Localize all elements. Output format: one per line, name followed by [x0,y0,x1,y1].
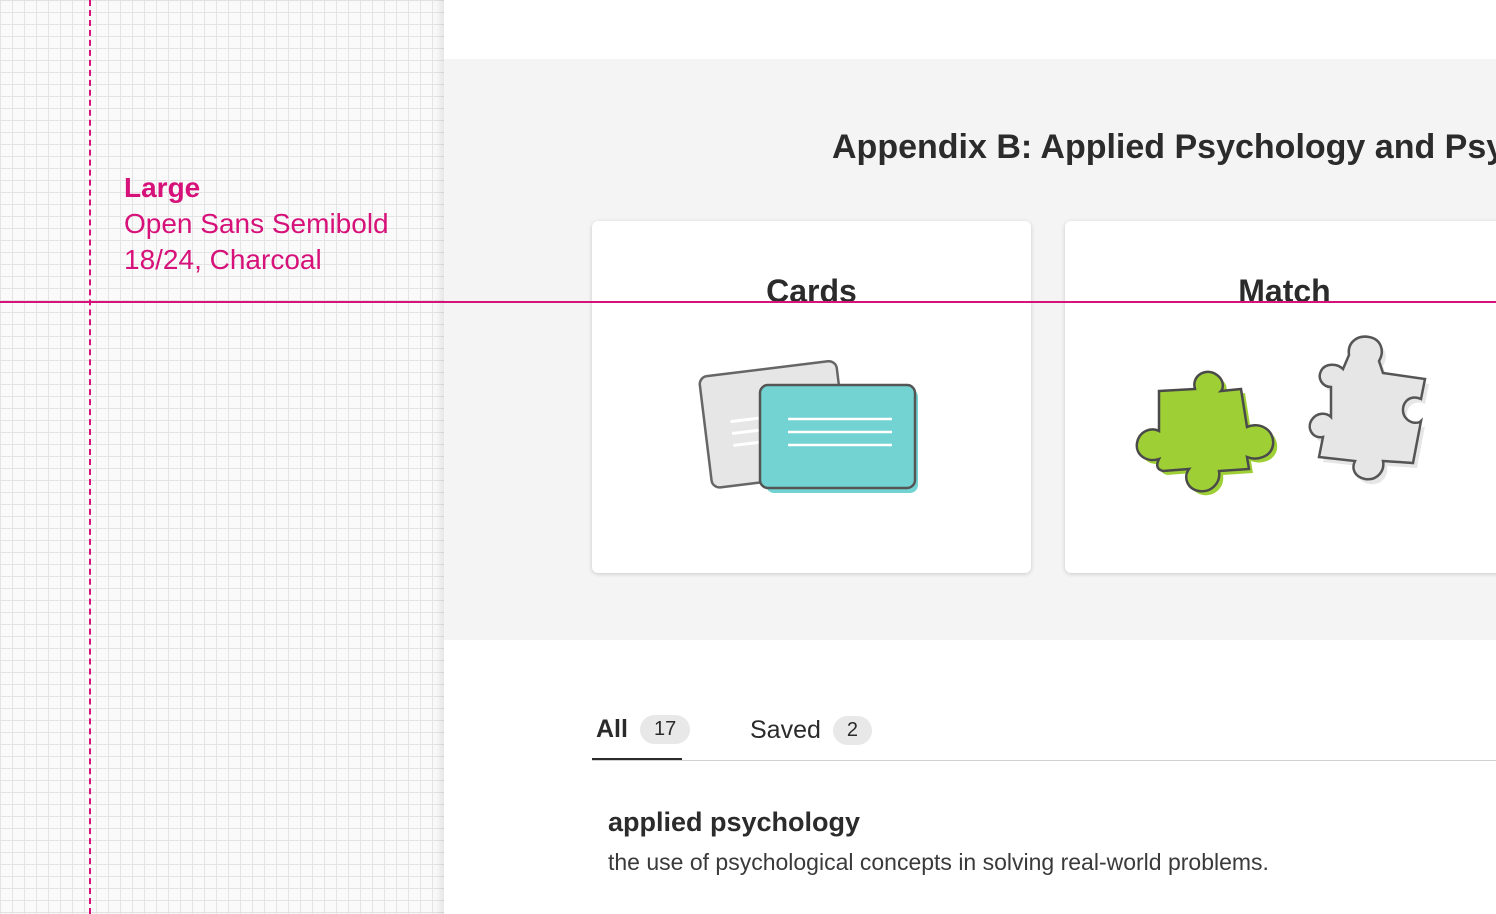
match-label: Match [1238,273,1331,309]
puzzle-pieces-icon [1135,335,1429,496]
match-mode-card[interactable]: Match [1065,221,1496,573]
term-definition: the use of psychological concepts in sol… [608,849,1269,875]
spec-title: Large [124,172,201,203]
spec-font-name: Open Sans Semibold [124,208,389,239]
main-content: Appendix B: Applied Psychology and Psyc … [444,0,1496,914]
cards-mode-card[interactable]: Cards [592,221,1031,573]
term-word: applied psychology [608,807,861,837]
tab-all-count-badge: 17 [639,714,691,744]
tab-saved-label: Saved [750,715,821,744]
spec-grid-panel [0,0,444,914]
tab-saved-count-badge: 2 [832,715,873,745]
spec-baseline-guide [0,301,1496,303]
flashcards-icon [698,359,918,493]
term-tabs: All 17 Saved 2 [592,700,1496,761]
tab-saved[interactable]: Saved 2 [750,700,873,760]
tab-all-label: All [596,714,628,743]
tab-all[interactable]: All 17 [592,700,691,760]
cards-label: Cards [766,273,857,309]
spec-font-size: 18/24, Charcoal [124,244,322,275]
page-title: Appendix B: Applied Psychology and Psyc [832,128,1496,166]
spec-vertical-guide [89,0,91,914]
list-item[interactable]: applied psychology the use of psychologi… [608,802,1468,882]
